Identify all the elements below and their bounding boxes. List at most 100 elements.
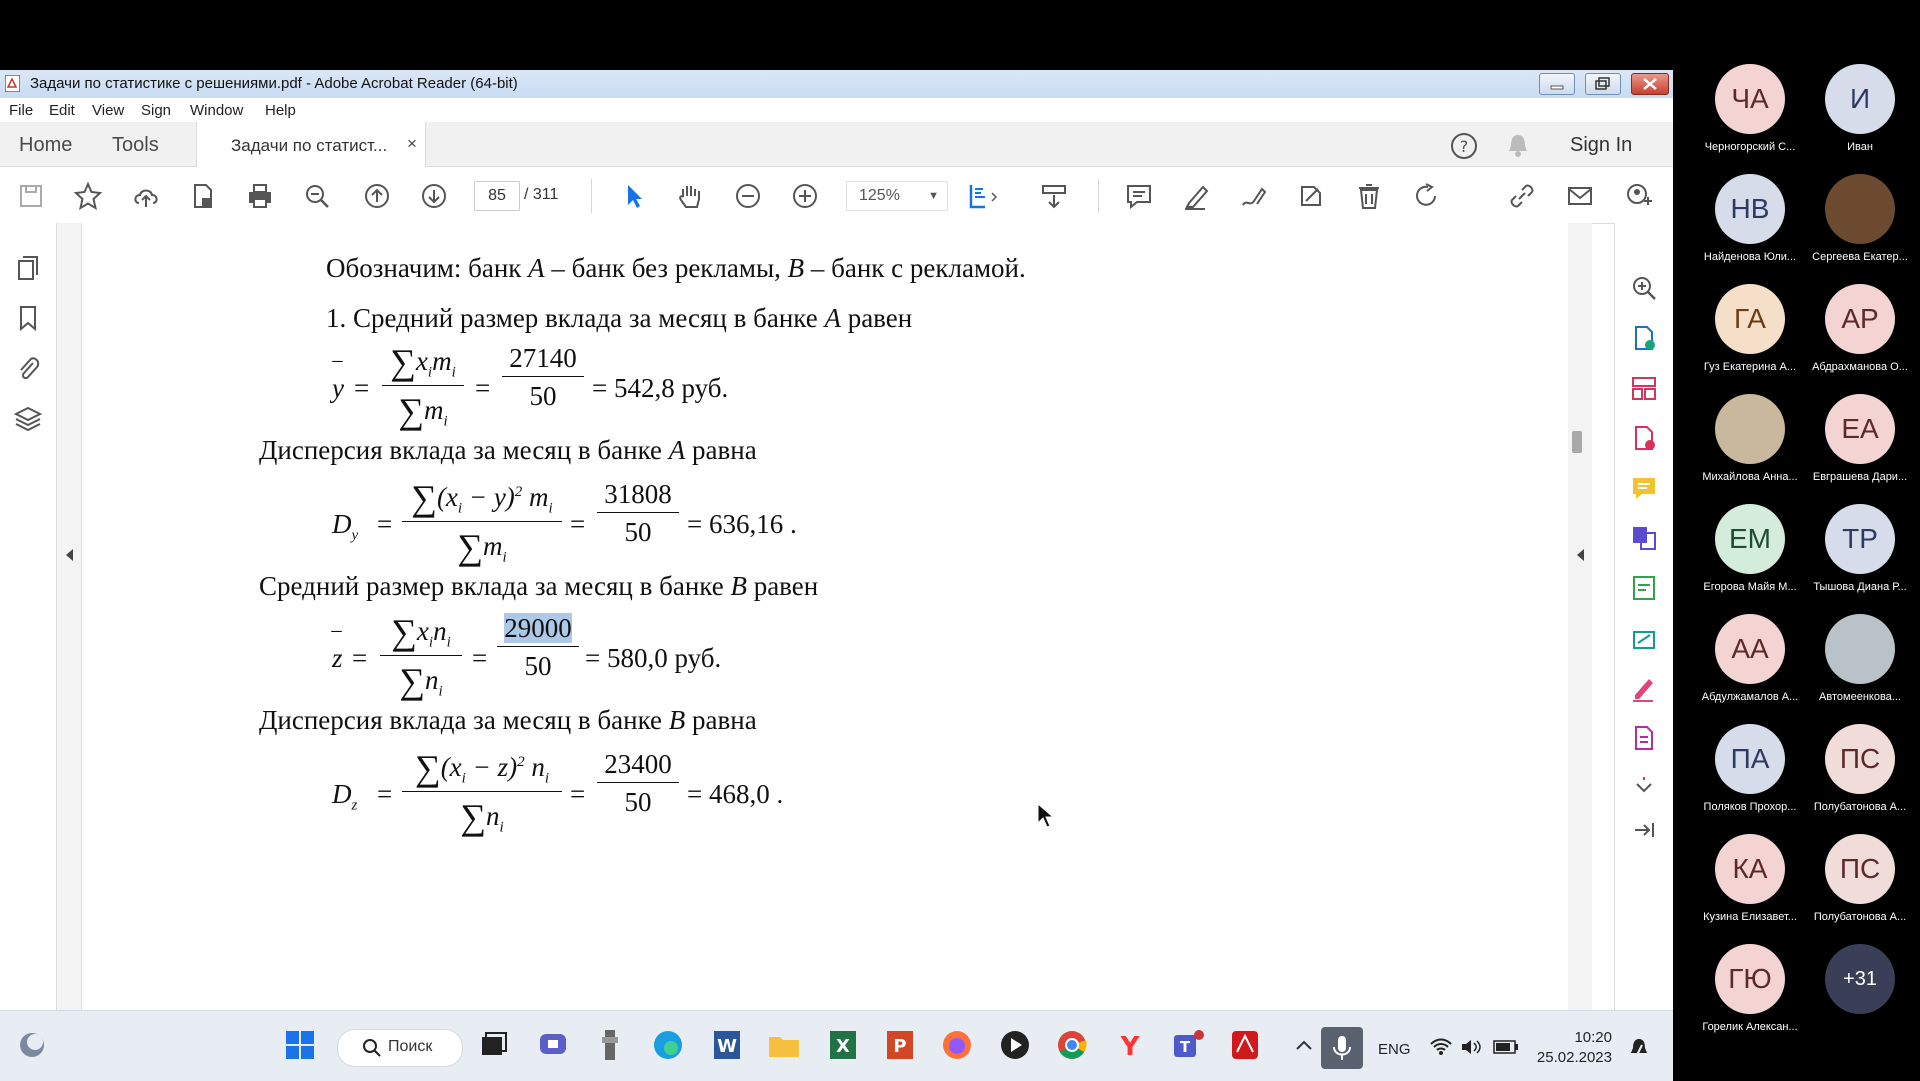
email-button[interactable] (1565, 181, 1597, 211)
select-tool-button[interactable] (619, 181, 651, 211)
wifi-icon[interactable] (1430, 1038, 1452, 1056)
participant-tile[interactable]: ГЮ Горелик Алексан... (1695, 944, 1805, 1054)
delete-button[interactable] (1354, 181, 1386, 211)
language-indicator[interactable]: ENG (1378, 1041, 1411, 1058)
participant-tile[interactable]: Сергеева Екатер... (1805, 174, 1915, 284)
chevron-up-icon[interactable] (1294, 1037, 1314, 1053)
notification-center-icon[interactable] (1628, 1037, 1650, 1059)
excel-icon[interactable]: X (822, 1025, 862, 1065)
participant-tile[interactable]: ПС Полубатонова А... (1805, 834, 1915, 944)
layers-icon[interactable] (13, 403, 43, 433)
notifications-bell-icon[interactable] (1505, 132, 1531, 160)
minimize-button[interactable] (1539, 73, 1575, 95)
fill-sign-button[interactable] (1296, 181, 1328, 211)
vertical-scrollbar-thumb[interactable] (1572, 431, 1582, 453)
system-clock[interactable]: 10:20 25.02.2023 (1530, 1028, 1612, 1068)
participant-tile[interactable]: КА Кузина Елизавет... (1695, 834, 1805, 944)
word-icon[interactable]: W (706, 1025, 746, 1065)
formula-3-numerator-highlighted[interactable]: 29000 (504, 613, 572, 643)
print-button[interactable] (245, 181, 277, 211)
share-link-button[interactable] (1507, 181, 1539, 211)
hand-tool-button[interactable] (675, 181, 707, 211)
battery-icon[interactable] (1493, 1039, 1519, 1055)
participant-tile[interactable]: И Иван (1805, 64, 1915, 174)
create-pdf-icon[interactable] (1629, 423, 1659, 453)
comment-tool-icon[interactable] (1629, 473, 1659, 503)
participant-tile[interactable]: ТР Тышова Диана Р... (1805, 504, 1915, 614)
menu-help[interactable]: Help (265, 102, 296, 119)
find-button[interactable] (302, 181, 334, 211)
task-view-icon[interactable] (474, 1025, 514, 1065)
collapse-panel-icon[interactable] (1629, 815, 1659, 845)
comment-button[interactable] (1124, 181, 1156, 211)
windows-start-icon[interactable] (280, 1025, 320, 1065)
file-explorer-icon[interactable] (764, 1025, 804, 1065)
combine-files-icon[interactable] (1629, 523, 1659, 553)
edge-browser-icon[interactable] (648, 1025, 688, 1065)
participant-tile[interactable]: Михайлова Анна... (1695, 394, 1805, 504)
participant-tile[interactable]: ПС Полубатонова А... (1805, 724, 1915, 834)
participant-tile[interactable]: ГА Гуз Екатерина А... (1695, 284, 1805, 394)
menu-view[interactable]: View (92, 102, 124, 119)
participant-tile[interactable]: +31 (1805, 944, 1915, 1054)
draw-button[interactable] (1238, 181, 1270, 211)
app-icon-tool[interactable] (590, 1025, 630, 1065)
firefox-icon[interactable] (937, 1025, 977, 1065)
participant-tile[interactable]: АА Абдулжамалов А... (1695, 614, 1805, 724)
volume-icon[interactable] (1460, 1038, 1482, 1056)
participant-tile[interactable]: АР Абдрахманова О... (1805, 284, 1915, 394)
organize-pages-icon[interactable] (1629, 373, 1659, 403)
tab-home[interactable]: Home (19, 134, 72, 157)
tab-tools[interactable]: Tools (112, 134, 159, 157)
menu-window[interactable]: Window (190, 102, 243, 119)
participant-tile[interactable]: ЕМ Егорова Майя М... (1695, 504, 1805, 614)
menu-sign[interactable]: Sign (141, 102, 171, 119)
powerpoint-icon[interactable]: P (879, 1025, 919, 1065)
media-player-icon[interactable] (995, 1025, 1035, 1065)
right-panel-toggle[interactable] (1568, 223, 1592, 1010)
participant-tile[interactable]: ЕА Евграшева Дари... (1805, 394, 1915, 504)
fill-sign-tool-icon[interactable] (1629, 673, 1659, 703)
pages-thumbnails-icon[interactable] (13, 253, 43, 283)
participant-tile[interactable]: ЧА Черногорский С... (1695, 64, 1805, 174)
help-icon[interactable]: ? (1450, 132, 1478, 160)
page-fit-button[interactable] (967, 181, 999, 211)
taskbar-search[interactable]: Поиск (337, 1029, 463, 1067)
attachment-icon[interactable] (13, 353, 43, 383)
protect-file-button[interactable] (188, 181, 220, 211)
tab-close-icon[interactable]: × (407, 134, 417, 154)
menu-edit[interactable]: Edit (49, 102, 75, 119)
tab-document[interactable]: Задачи по статист... × (196, 122, 426, 167)
export-pdf-icon[interactable] (1629, 323, 1659, 353)
teams-icon[interactable]: T (1168, 1025, 1208, 1065)
microphone-button[interactable] (1321, 1027, 1363, 1069)
zoom-level-select[interactable]: 125% ▼ (846, 181, 948, 211)
widgets-icon[interactable] (12, 1025, 52, 1065)
yandex-browser-icon[interactable]: Y (1110, 1025, 1150, 1065)
previous-page-button[interactable] (362, 181, 394, 211)
zoom-out-button[interactable] (733, 181, 765, 211)
participant-tile[interactable]: ПА Поляков Прохор... (1695, 724, 1805, 834)
chat-icon[interactable] (533, 1025, 573, 1065)
more-tools-chevron-icon[interactable] (1629, 771, 1659, 801)
zoom-in-button[interactable] (790, 181, 822, 211)
acrobat-reader-icon[interactable] (1225, 1025, 1265, 1065)
chrome-icon[interactable] (1052, 1025, 1092, 1065)
edit-pdf-icon[interactable] (1629, 573, 1659, 603)
save-button[interactable] (16, 181, 48, 211)
rotate-button[interactable] (1411, 181, 1443, 211)
highlight-button[interactable] (1181, 181, 1213, 211)
share-user-button[interactable] (1624, 181, 1656, 211)
left-panel-toggle[interactable] (57, 223, 81, 1010)
scroll-mode-button[interactable] (1039, 181, 1071, 211)
bookmark-icon[interactable] (13, 303, 43, 333)
protect-tool-icon[interactable] (1629, 723, 1659, 753)
bookmark-star-button[interactable] (73, 181, 105, 211)
request-signatures-icon[interactable] (1629, 623, 1659, 653)
next-page-button[interactable] (419, 181, 451, 211)
participant-tile[interactable]: НВ Найденова Юли... (1695, 174, 1805, 284)
zoom-tool-icon[interactable] (1629, 273, 1659, 303)
close-window-button[interactable] (1631, 73, 1669, 95)
restore-button[interactable] (1585, 73, 1621, 95)
participant-tile[interactable]: Автомеенкова... (1805, 614, 1915, 724)
